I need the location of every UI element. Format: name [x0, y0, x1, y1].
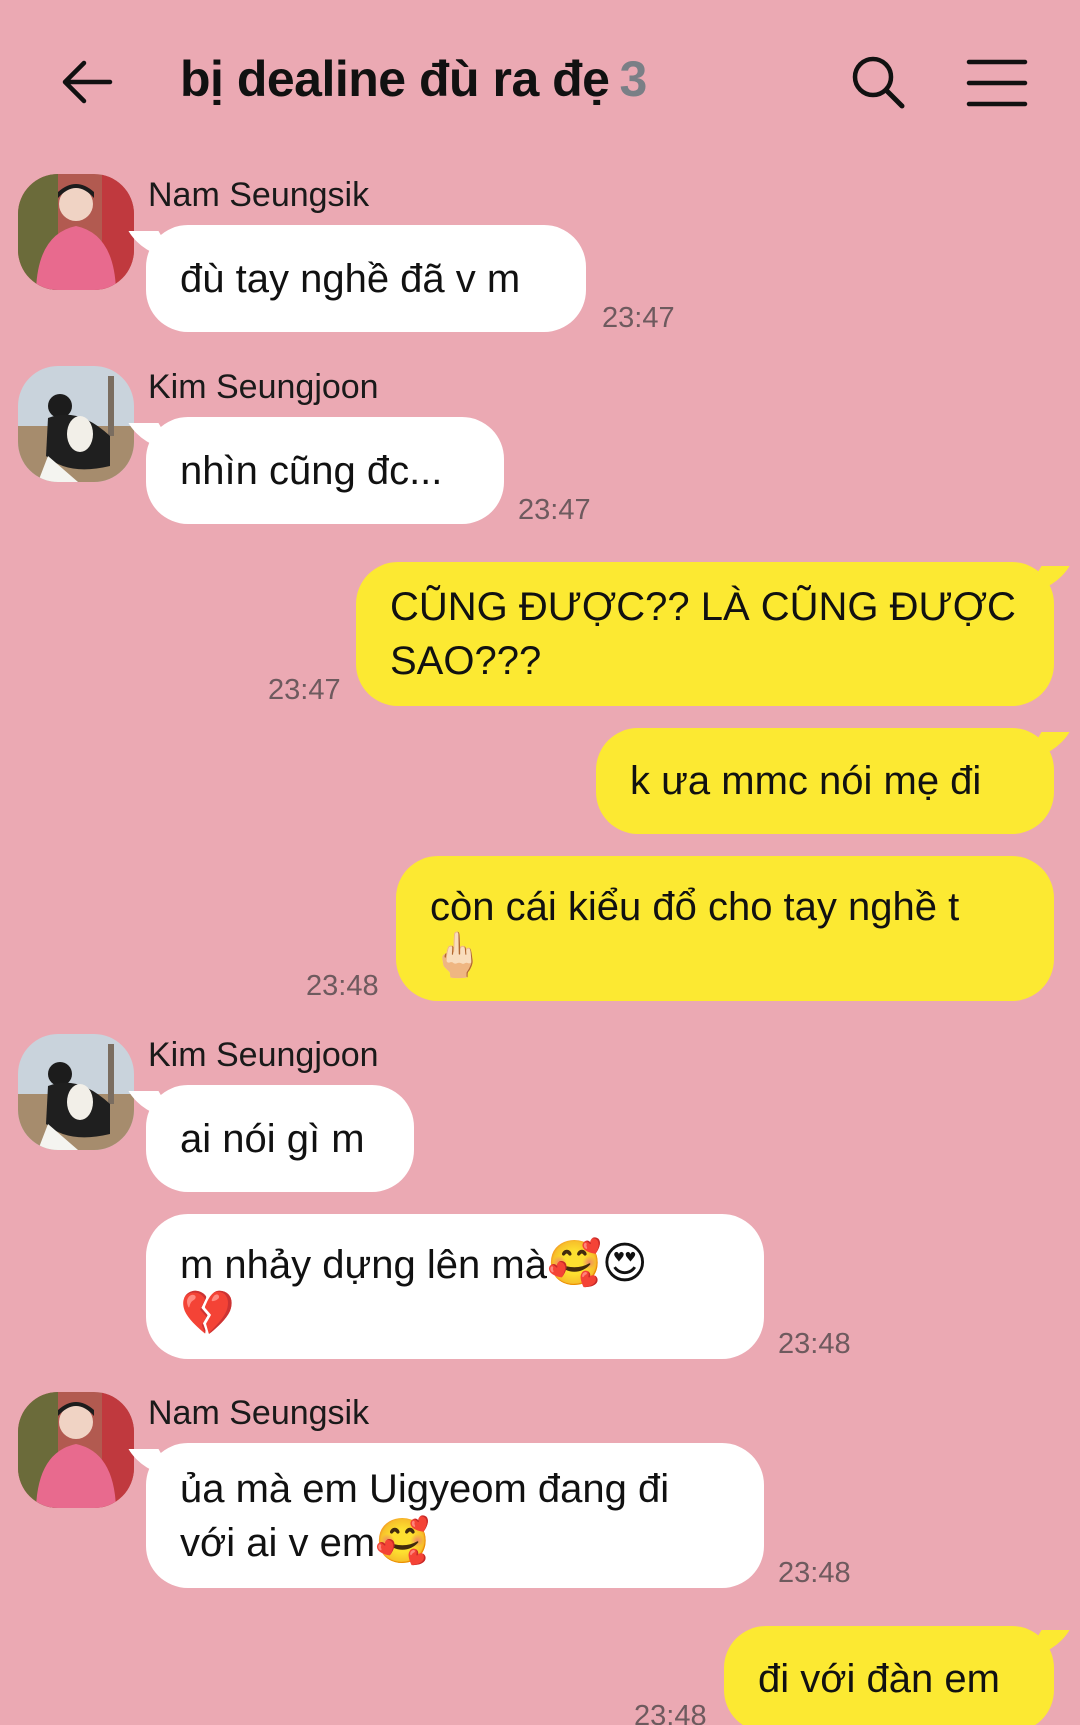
avatar-kim-seungjoon[interactable]: [18, 366, 134, 482]
menu-button[interactable]: [966, 58, 1028, 108]
menu-icon: [966, 59, 1028, 107]
message-bubble[interactable]: nhìn cũng đc...: [146, 417, 504, 524]
message-text: đù tay nghề đã v m: [180, 256, 521, 301]
message-text: ủa mà em Uigyeom đang đi: [180, 1466, 670, 1511]
message-text-line2: với ai v em: [180, 1520, 376, 1565]
message-bubble[interactable]: ai nói gì m: [146, 1085, 414, 1192]
avatar-kim-seungjoon[interactable]: [18, 1034, 134, 1150]
middle-finger-emoji: 🖕🏻: [430, 930, 485, 980]
message-text: m nhảy dựng lên mà: [180, 1242, 547, 1287]
smiling-hearts-emoji: 🥰: [375, 1516, 430, 1566]
message-text: CŨNG ĐƯỢC?? LÀ CŨNG ĐƯỢC SAO???: [390, 585, 1016, 683]
chat-header: bị dealine đù ra đẹ 3: [0, 0, 1080, 170]
message-bubble[interactable]: CŨNG ĐƯỢC?? LÀ CŨNG ĐƯỢC SAO???: [356, 562, 1054, 706]
sender-name: Kim Seungjoon: [148, 368, 379, 406]
broken-heart-emoji: 💔: [180, 1288, 235, 1338]
member-count: 3: [619, 51, 648, 107]
message-bubble[interactable]: đi với đàn em: [724, 1626, 1054, 1725]
message-time: 23:48: [778, 1557, 851, 1589]
avatar-image: [18, 1392, 134, 1508]
message-text: k ưa mmc nói mẹ đi: [630, 759, 982, 803]
avatar-nam-seungsik[interactable]: [18, 1392, 134, 1508]
sender-name: Nam Seungsik: [148, 1394, 370, 1432]
message-time: 23:48: [634, 1700, 707, 1725]
search-icon: [852, 56, 905, 109]
chat-title-text: bị dealine đù ra đẹ: [180, 51, 610, 107]
message-time: 23:47: [268, 674, 341, 706]
message-text: ai nói gì m: [180, 1116, 365, 1161]
message-text: nhìn cũng đc...: [180, 448, 443, 493]
arrow-left-icon: [62, 60, 113, 104]
avatar-image: [18, 1034, 134, 1150]
message-bubble[interactable]: còn cái kiểu đổ cho tay nghề t 🖕🏻: [396, 856, 1054, 1001]
sender-name: Nam Seungsik: [148, 176, 370, 214]
message-time: 23:47: [518, 494, 591, 526]
avatar-image: [18, 366, 134, 482]
message-bubble[interactable]: k ưa mmc nói mẹ đi: [596, 728, 1054, 834]
heart-eyes-emoji: 🥰😍: [546, 1238, 648, 1288]
search-button[interactable]: [848, 52, 908, 112]
message-bubble[interactable]: đù tay nghề đã v m: [146, 225, 586, 332]
sender-name: Kim Seungjoon: [148, 1036, 379, 1074]
message-text: đi với đàn em: [758, 1657, 1000, 1701]
message-time: 23:48: [778, 1328, 851, 1360]
message-bubble[interactable]: m nhảy dựng lên mà🥰😍 💔: [146, 1214, 764, 1359]
chat-title: bị dealine đù ra đẹ 3: [180, 50, 647, 108]
avatar-image: [18, 174, 134, 290]
message-bubble[interactable]: ủa mà em Uigyeom đang đi với ai v em🥰: [146, 1443, 764, 1588]
message-text: còn cái kiểu đổ cho tay nghề t: [430, 884, 960, 929]
message-time: 23:48: [306, 970, 379, 1002]
avatar-nam-seungsik[interactable]: [18, 174, 134, 290]
message-time: 23:47: [602, 302, 675, 334]
back-button[interactable]: [58, 52, 118, 112]
